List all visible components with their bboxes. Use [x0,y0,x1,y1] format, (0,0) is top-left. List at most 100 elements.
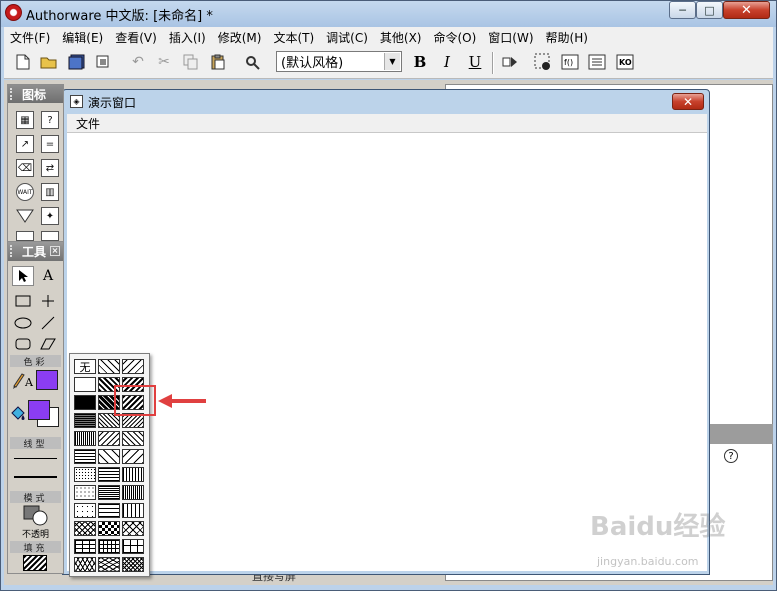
menu-file[interactable]: 文件(F) [4,29,56,46]
text-style-select[interactable]: (默认风格) ▼ [276,51,402,72]
pattern-none-option[interactable]: 无 [74,359,96,374]
erase-icon[interactable]: ⌫ [16,159,34,177]
pattern-option[interactable] [74,539,96,554]
video-icon[interactable] [41,231,59,241]
decision-icon[interactable] [16,207,34,225]
menu-insert[interactable]: 插入(I) [163,29,212,46]
pattern-option[interactable] [122,485,144,500]
diagonal-line-tool-icon[interactable] [37,313,59,333]
pattern-option[interactable] [74,521,96,536]
digital-movie-icon[interactable]: ✦ [41,207,59,225]
wait-icon[interactable]: WAIT [16,183,34,201]
menu-debug[interactable]: 调试(C) [320,29,374,46]
variables-icon[interactable] [588,53,606,71]
run-icon[interactable] [501,53,519,71]
grip-icon [10,245,18,257]
knowledge-objects-icon[interactable]: KO [616,53,634,71]
pattern-option[interactable] [98,485,120,500]
undo-icon[interactable]: ↶ [129,53,147,71]
menu-view[interactable]: 查看(V) [109,29,163,46]
tool-palette-header[interactable]: 工具 × [8,242,63,261]
copy-icon[interactable] [182,53,200,71]
presentation-title-bar[interactable]: ◈ 演示窗口 ✕ [63,90,709,114]
pattern-option[interactable] [122,521,144,536]
pattern-option[interactable] [74,503,96,518]
presentation-close-button[interactable]: ✕ [672,93,704,110]
pattern-option[interactable] [74,395,96,410]
menu-window[interactable]: 窗口(W) [482,29,539,46]
tool-palette-close-icon[interactable]: × [50,246,60,256]
orthogonal-line-tool-icon[interactable] [37,291,59,311]
help-icon[interactable]: ? [724,449,738,463]
pattern-option[interactable] [122,431,144,446]
sound-icon[interactable] [16,231,34,241]
pattern-option[interactable] [122,539,144,554]
pattern-option[interactable] [74,557,96,572]
line-thin-sample[interactable] [14,458,57,459]
ellipse-tool-icon[interactable] [12,313,34,333]
animation-icon[interactable]: ↗ [16,135,34,153]
italic-button[interactable]: I [437,52,457,72]
save-all-icon[interactable] [68,53,86,71]
display-icon[interactable]: ▦ [16,111,34,129]
interaction-icon[interactable]: ? [41,111,59,129]
pattern-option[interactable] [122,503,144,518]
paste-icon[interactable] [209,53,227,71]
presentation-menu-bar: 文件 [67,114,707,133]
control-panel-icon[interactable] [534,53,552,71]
find-icon[interactable] [244,53,262,71]
menu-help[interactable]: 帮助(H) [540,29,594,46]
maximize-button[interactable]: □ [696,1,723,19]
polygon-tool-icon[interactable] [37,334,59,354]
pattern-option[interactable] [74,467,96,482]
chevron-down-icon[interactable]: ▼ [384,53,400,70]
pattern-option[interactable] [98,431,120,446]
framework-icon[interactable]: ▥ [41,183,59,201]
menu-edit[interactable]: 编辑(E) [56,29,109,46]
pattern-option[interactable] [98,449,120,464]
navigate-icon[interactable]: ⇄ [41,159,59,177]
close-button[interactable]: ✕ [723,1,770,19]
menu-command[interactable]: 命令(O) [427,29,482,46]
title-bar[interactable]: Authorware 中文版: [未命名] * ─ □ ✕ [0,0,777,26]
pointer-tool-icon[interactable] [12,266,34,286]
menu-other[interactable]: 其他(X) [374,29,428,46]
pattern-option[interactable] [74,413,96,428]
pattern-option[interactable] [122,449,144,464]
rounded-rectangle-tool-icon[interactable] [12,334,34,354]
minimize-button[interactable]: ─ [669,1,696,19]
pattern-option[interactable] [98,503,120,518]
bold-button[interactable]: B [410,52,430,72]
pattern-option[interactable] [98,557,120,572]
pattern-option[interactable] [98,539,120,554]
fill-foreground-swatch[interactable] [28,400,50,420]
pattern-option[interactable] [122,557,144,572]
pattern-option[interactable] [74,449,96,464]
open-folder-icon[interactable] [40,53,58,71]
import-icon[interactable] [94,53,112,71]
pattern-option[interactable] [122,467,144,482]
pattern-option[interactable] [98,359,120,374]
pattern-option[interactable] [98,467,120,482]
icon-palette-header[interactable]: 图标 [8,85,63,103]
menu-text[interactable]: 文本(T) [267,29,320,46]
svg-text:KO: KO [619,58,632,67]
pattern-option[interactable] [74,377,96,392]
line-color-swatch[interactable] [36,370,58,390]
current-fill-pattern[interactable] [23,555,47,571]
cut-icon[interactable]: ✂ [155,53,173,71]
underline-button[interactable]: U [465,52,485,72]
pattern-option[interactable] [74,485,96,500]
presentation-menu-file[interactable]: 文件 [67,115,100,132]
pattern-option[interactable] [122,359,144,374]
pattern-option[interactable] [74,431,96,446]
line-section-label: 线型 [10,437,61,450]
text-tool-icon[interactable]: A [37,266,59,286]
pattern-option[interactable] [98,521,120,536]
calculation-icon[interactable]: = [41,135,59,153]
menu-modify[interactable]: 修改(M) [212,29,268,46]
line-thick-sample[interactable] [14,476,57,478]
functions-icon[interactable]: f() [561,53,579,71]
new-file-icon[interactable] [14,53,32,71]
rectangle-tool-icon[interactable] [12,291,34,311]
